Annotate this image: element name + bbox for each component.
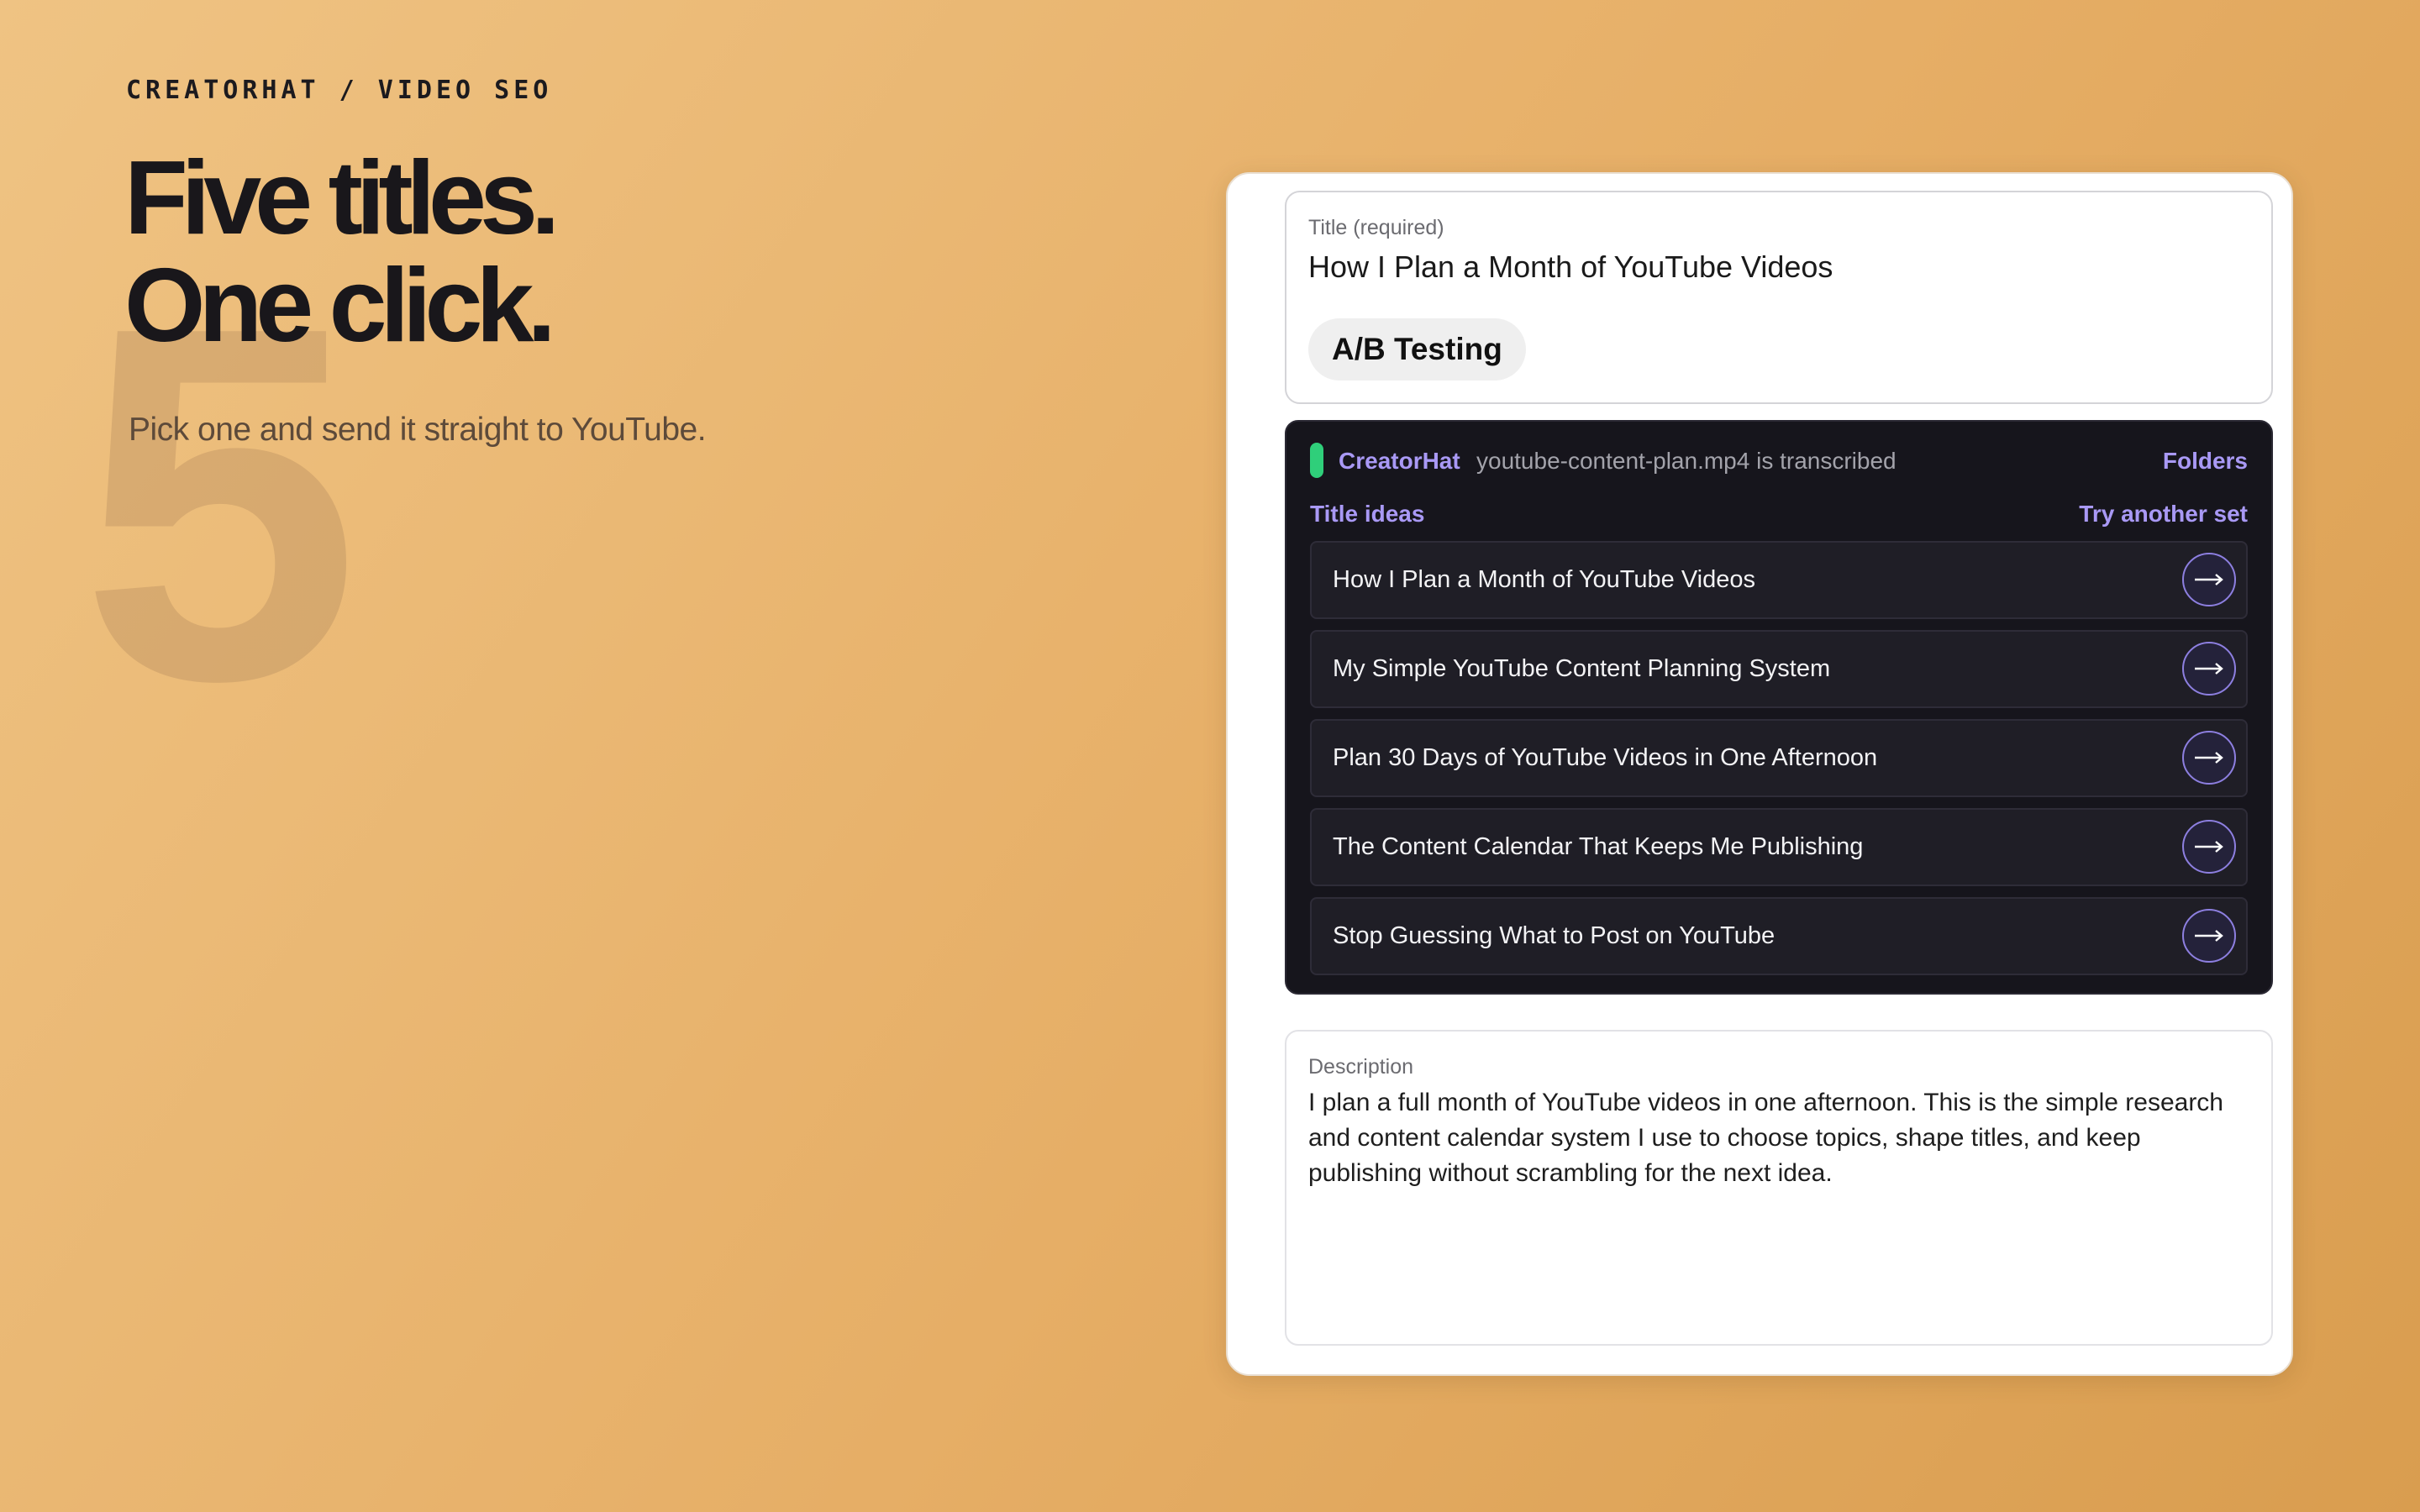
description-textarea-value[interactable]: I plan a full month of YouTube videos in… <box>1308 1085 2249 1191</box>
arrow-right-icon <box>2195 574 2223 585</box>
breadcrumb-eyebrow: CREATORHAT / VIDEO SEO <box>126 76 553 105</box>
title-input-value[interactable]: How I Plan a Month of YouTube Videos <box>1308 249 1833 285</box>
title-idea-text: Plan 30 Days of YouTube Videos in One Af… <box>1333 744 1878 771</box>
use-title-button[interactable] <box>2182 909 2236 963</box>
title-idea-row[interactable]: Stop Guessing What to Post on YouTube <box>1310 897 2248 975</box>
title-idea-row[interactable]: How I Plan a Month of YouTube Videos <box>1310 541 2248 619</box>
use-title-button[interactable] <box>2182 820 2236 874</box>
hero-subhead: Pick one and send it straight to YouTube… <box>129 412 707 448</box>
ab-testing-button[interactable]: A/B Testing <box>1308 318 1526 381</box>
use-title-button[interactable] <box>2182 731 2236 785</box>
editor-panel: Title (required) How I Plan a Month of Y… <box>1226 172 2293 1376</box>
title-field[interactable]: Title (required) How I Plan a Month of Y… <box>1285 191 2273 404</box>
transcription-status: youtube-content-plan.mp4 is transcribed <box>1476 448 1897 474</box>
arrow-right-icon <box>2195 930 2223 942</box>
title-idea-text: My Simple YouTube Content Planning Syste… <box>1333 655 1831 682</box>
use-title-button[interactable] <box>2182 553 2236 606</box>
headline-line-1: Five titles. <box>124 140 560 256</box>
title-idea-text: The Content Calendar That Keeps Me Publi… <box>1333 833 1864 860</box>
arrow-right-icon <box>2195 841 2223 853</box>
try-another-set-link[interactable]: Try another set <box>2079 501 2248 528</box>
title-idea-text: How I Plan a Month of YouTube Videos <box>1333 566 1756 593</box>
title-ideas-list: How I Plan a Month of YouTube Videos My … <box>1310 541 2248 986</box>
folders-link[interactable]: Folders <box>2163 448 2248 475</box>
description-field[interactable]: Description I plan a full month of YouTu… <box>1285 1030 2273 1346</box>
description-field-label: Description <box>1308 1055 1414 1079</box>
hero-headline: Five titles. One click. <box>124 140 560 364</box>
title-idea-row[interactable]: My Simple YouTube Content Planning Syste… <box>1310 630 2248 708</box>
title-idea-row[interactable]: The Content Calendar That Keeps Me Publi… <box>1310 808 2248 886</box>
title-field-label: Title (required) <box>1308 216 1444 239</box>
title-idea-text: Stop Guessing What to Post on YouTube <box>1333 922 1776 949</box>
title-idea-row[interactable]: Plan 30 Days of YouTube Videos in One Af… <box>1310 719 2248 797</box>
assistant-brand: CreatorHat <box>1339 448 1460 474</box>
headline-line-2: One click. <box>124 248 556 364</box>
arrow-right-icon <box>2195 663 2223 675</box>
title-ideas-card: CreatorHat youtube-content-plan.mp4 is t… <box>1285 420 2273 995</box>
status-indicator <box>1310 443 1323 478</box>
title-ideas-heading: Title ideas <box>1310 501 1425 527</box>
use-title-button[interactable] <box>2182 642 2236 696</box>
arrow-right-icon <box>2195 752 2223 764</box>
